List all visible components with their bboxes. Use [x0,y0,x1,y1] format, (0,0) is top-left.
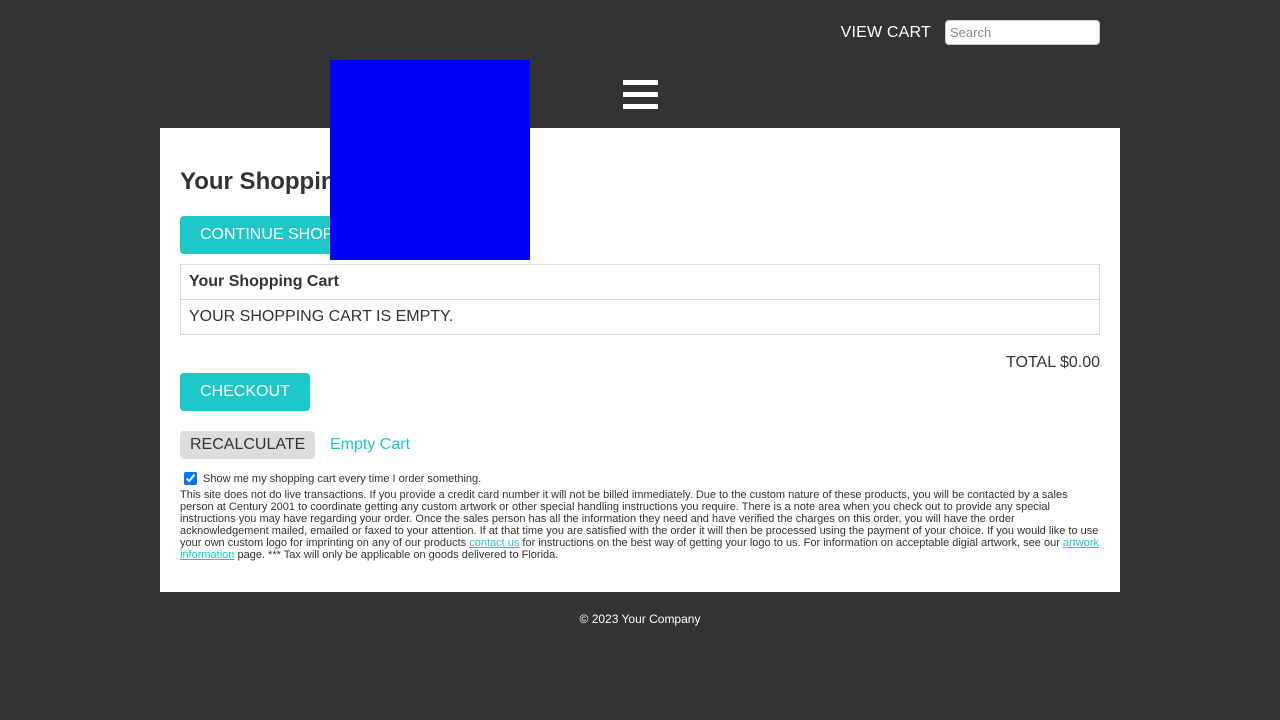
cart-total: TOTAL $0.00 [1006,354,1100,371]
show-cart-checkbox-label: Show me my shopping cart every time I or… [203,472,482,485]
cart-table: Your Shopping Cart YOUR SHOPPING CART IS… [180,264,1100,335]
table-row: YOUR SHOPPING CART IS EMPTY. [180,299,1100,335]
site-logo[interactable] [330,60,530,260]
main-content: Your Shopping Cart CONTINUE SHOPPING You… [160,128,1120,592]
show-cart-option: Show me my shopping cart every time I or… [180,472,481,485]
menu-bar [623,104,658,109]
disclaimer-part-2: for instructions on the best way of gett… [519,537,1063,549]
empty-cart-message: YOUR SHOPPING CART IS EMPTY. [180,299,1100,335]
hamburger-menu-icon[interactable] [623,80,658,109]
table-header: Your Shopping Cart [180,264,1100,300]
empty-cart-link[interactable]: Empty Cart [330,436,410,454]
view-cart-link[interactable]: VIEW CART [841,24,931,42]
disclaimer-part-3: page. *** Tax will only be applicable on… [234,549,559,561]
table-header-row: Your Shopping Cart [180,264,1100,300]
contact-us-link[interactable]: contact us [469,537,519,549]
footer-copyright: © 2023 Your Company [579,612,701,626]
menu-bar [623,80,658,85]
checkout-button[interactable]: CHECKOUT [180,373,310,411]
menu-bar [623,92,658,97]
top-bar: VIEW CART [841,20,1100,45]
recalculate-button[interactable]: RECALCULATE [180,431,316,459]
search-input[interactable] [945,20,1100,45]
show-cart-checkbox[interactable] [184,472,197,485]
disclaimer-text: This site does not do live transactions.… [180,489,1100,561]
